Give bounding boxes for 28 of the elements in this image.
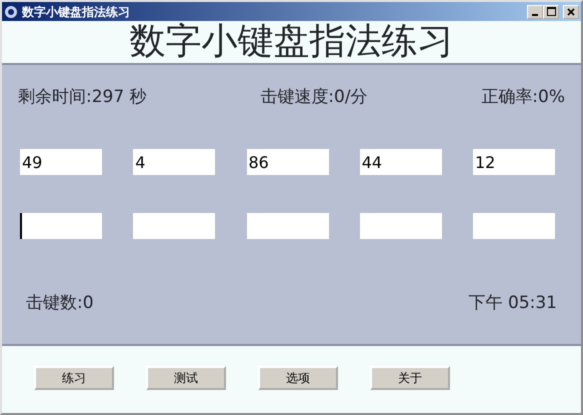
maximize-button[interactable] [543,4,559,18]
minimize-button[interactable] [527,4,543,18]
app-icon [4,4,18,18]
clock-text: 下午 05:31 [468,292,557,315]
prompt-field[interactable]: 86 [246,149,328,175]
minimize-icon [532,14,538,16]
app-heading: 数字小键盘指法练习 [130,24,454,60]
stat-text: 剩余时间:297 秒 [18,86,147,109]
toolbar-button[interactable]: 练习 [34,366,114,390]
answer-field[interactable] [246,213,328,239]
prompt-field[interactable]: 4 [133,149,216,175]
answer-field[interactable] [20,213,102,239]
maximize-icon [546,7,556,16]
prompt-field[interactable]: 44 [360,149,442,175]
prompt-field[interactable]: 12 [473,149,555,175]
prompt-field[interactable]: 49 [20,149,102,175]
answer-field[interactable] [473,213,555,239]
window-title: 数字小键盘指法练习 [22,4,131,20]
stat-text: 正确率:0% [481,86,565,109]
answer-field[interactable] [133,213,216,239]
close-icon [567,8,575,16]
toolbar-button[interactable]: 测试 [146,366,226,390]
toolbar-button[interactable]: 选项 [258,366,338,390]
keystroke-count: 击键数:0 [26,292,94,315]
close-button[interactable] [563,4,579,18]
toolbar-button[interactable]: 关于 [370,366,450,390]
stat-text: 击键速度:0/分 [260,86,368,109]
answer-field[interactable] [360,213,442,239]
